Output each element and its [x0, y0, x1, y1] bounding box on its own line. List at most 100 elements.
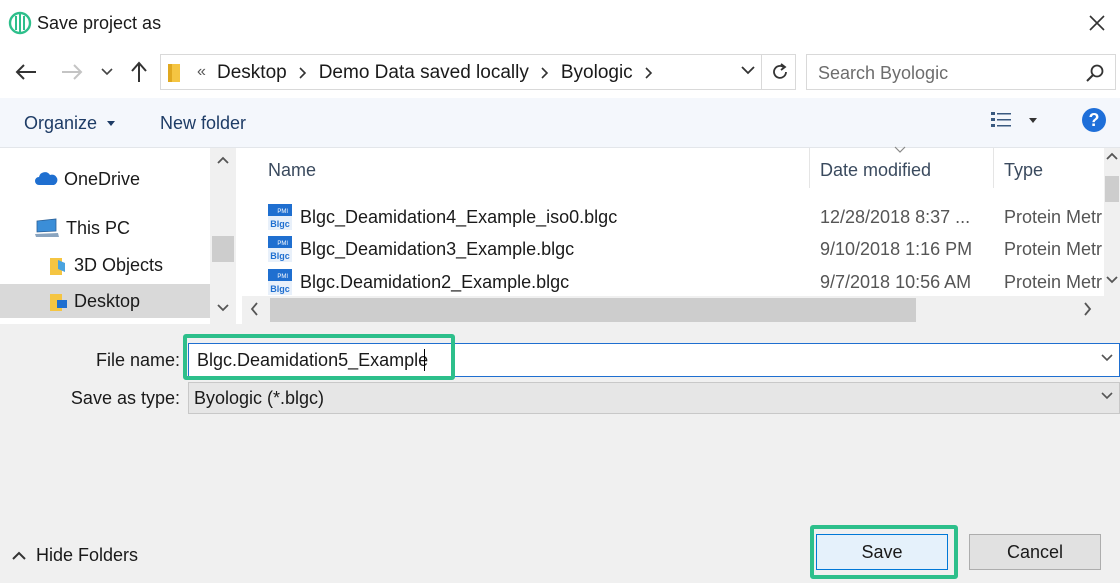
arrow-left-icon [15, 64, 36, 80]
nav-item-desktop[interactable]: Desktop [0, 284, 210, 318]
help-button[interactable]: ? [1082, 108, 1106, 132]
search-input[interactable]: Search Byologic [818, 63, 948, 84]
refresh-button[interactable] [761, 55, 797, 89]
folder-icon [48, 254, 68, 276]
file-icon-bottom-text: Blgc [270, 219, 290, 229]
computer-icon [34, 218, 60, 238]
back-button[interactable] [12, 58, 40, 86]
blgc-file-icon: PMI Blgc [268, 204, 292, 230]
file-date: 12/28/2018 8:37 ... [820, 207, 971, 227]
recent-locations-button[interactable] [98, 58, 116, 86]
chevron-down-icon [1101, 392, 1113, 400]
file-name: Blgc_Deamidation3_Example.blgc [300, 239, 575, 259]
nav-item-label: 3D Objects [74, 254, 164, 275]
folder-icon [168, 64, 180, 82]
chevron-right-icon[interactable] [645, 67, 653, 79]
forward-button[interactable] [58, 58, 86, 86]
byologic-app-icon [8, 11, 32, 35]
search-icon[interactable] [1085, 63, 1105, 83]
file-name: Blgc.Deamidation2_Example.blgc [300, 272, 570, 292]
cancel-button[interactable]: Cancel [969, 534, 1101, 570]
navigation-pane: OneDrive This PC 3D Objects Desktop [0, 148, 236, 324]
view-details-icon[interactable] [990, 110, 1014, 132]
file-name-highlight [183, 334, 455, 380]
chevron-down-icon[interactable] [1101, 354, 1113, 362]
title-bar: Save project as [0, 0, 1120, 46]
chevron-down-icon [101, 68, 113, 76]
file-date: 9/10/2018 1:16 PM [820, 239, 973, 259]
refresh-icon [772, 63, 787, 79]
save-as-type-value: Byologic (*.blgc) [194, 388, 325, 408]
caret-down-icon[interactable] [1028, 117, 1038, 125]
column-divider[interactable] [993, 148, 994, 188]
hide-folders-label: Hide Folders [36, 545, 139, 565]
nav-item-label: OneDrive [64, 168, 141, 189]
caret-down-icon [107, 121, 116, 127]
chevron-up-icon[interactable] [1106, 152, 1118, 160]
close-button[interactable] [1074, 0, 1120, 46]
file-icon-top-text: PMI [277, 209, 288, 215]
save-button-highlight [810, 525, 958, 579]
column-header-date-modified[interactable]: Date modified [820, 160, 931, 181]
chevron-down-icon[interactable] [741, 65, 755, 75]
desktop-folder-icon [48, 290, 68, 312]
chevron-right-icon[interactable] [299, 67, 307, 79]
file-type: Protein Metr [1004, 272, 1103, 292]
chevron-left-icon[interactable] [250, 302, 258, 316]
file-name-label: File name: [95, 350, 180, 370]
file-list-horizontal-scrollbar[interactable] [242, 296, 1120, 324]
breadcrumb-desktop[interactable]: Desktop [217, 62, 287, 84]
chevron-up-icon[interactable] [217, 156, 229, 164]
breadcrumb-demo-data[interactable]: Demo Data saved locally [319, 62, 529, 84]
nav-item-this-pc[interactable]: This PC [0, 211, 210, 245]
chevron-down-icon[interactable] [217, 304, 229, 312]
cloud-icon [34, 171, 58, 187]
organize-menu[interactable]: Organize [24, 113, 116, 134]
file-row[interactable]: PMI Blgc Blgc_Deamidation4_Example_iso0.… [266, 202, 1106, 232]
file-list: Name Date modified Type PMI Blgc Blgc_De… [242, 146, 1120, 324]
file-row[interactable]: PMI Blgc Blgc.Deamidation2_Example.blgc … [266, 267, 1106, 297]
column-header-name[interactable]: Name [268, 160, 316, 181]
column-header-type[interactable]: Type [1004, 160, 1043, 181]
file-icon-top-text: PMI [277, 274, 288, 280]
navigation-bar: « Desktop Demo Data saved locally Byolog… [0, 46, 1120, 98]
save-as-type-select[interactable]: Byologic (*.blgc) [188, 382, 1120, 414]
new-folder-button[interactable]: New folder [160, 113, 246, 134]
command-toolbar: Organize New folder ? [0, 98, 1120, 148]
overflow-breadcrumb[interactable]: « [197, 63, 206, 81]
chevron-right-icon[interactable] [1084, 302, 1092, 316]
nav-item-3d-objects[interactable]: 3D Objects [0, 248, 210, 282]
scrollbar-thumb[interactable] [212, 236, 234, 262]
blgc-file-icon: PMI Blgc [268, 236, 292, 262]
file-icon-top-text: PMI [277, 241, 288, 247]
window-title: Save project as [37, 13, 162, 33]
nav-item-onedrive[interactable]: OneDrive [0, 162, 210, 196]
nav-item-label: This PC [66, 217, 131, 238]
organize-label: Organize [24, 113, 98, 133]
save-as-type-label: Save as type: [70, 388, 180, 408]
scrollbar-thumb[interactable] [270, 298, 916, 322]
file-list-vertical-scrollbar[interactable] [1104, 148, 1120, 296]
scrollbar-thumb[interactable] [1105, 176, 1119, 202]
file-row[interactable]: PMI Blgc Blgc_Deamidation3_Example.blgc … [266, 234, 1106, 264]
breadcrumb-byologic[interactable]: Byologic [561, 62, 633, 84]
chevron-right-icon[interactable] [541, 67, 549, 79]
file-icon-bottom-text: Blgc [270, 284, 290, 294]
file-name: Blgc_Deamidation4_Example_iso0.blgc [300, 207, 618, 227]
chevron-up-icon [12, 551, 26, 561]
file-type: Protein Metr [1004, 207, 1103, 227]
file-date: 9/7/2018 10:56 AM [820, 272, 972, 292]
nav-item-label: Desktop [74, 290, 141, 311]
file-icon-bottom-text: Blgc [270, 251, 290, 261]
column-divider[interactable] [809, 148, 810, 188]
hide-folders-button[interactable]: Hide Folders [12, 545, 138, 566]
arrow-up-icon [131, 61, 147, 82]
search-box[interactable]: Search Byologic [806, 54, 1116, 90]
blgc-file-icon: PMI Blgc [268, 269, 292, 295]
close-icon [1089, 15, 1105, 31]
nav-pane-scrollbar[interactable] [210, 148, 236, 324]
address-bar[interactable]: « Desktop Demo Data saved locally Byolog… [160, 54, 796, 90]
up-button[interactable] [126, 58, 152, 86]
chevron-down-icon[interactable] [1106, 276, 1118, 284]
file-type: Protein Metr [1004, 239, 1103, 259]
